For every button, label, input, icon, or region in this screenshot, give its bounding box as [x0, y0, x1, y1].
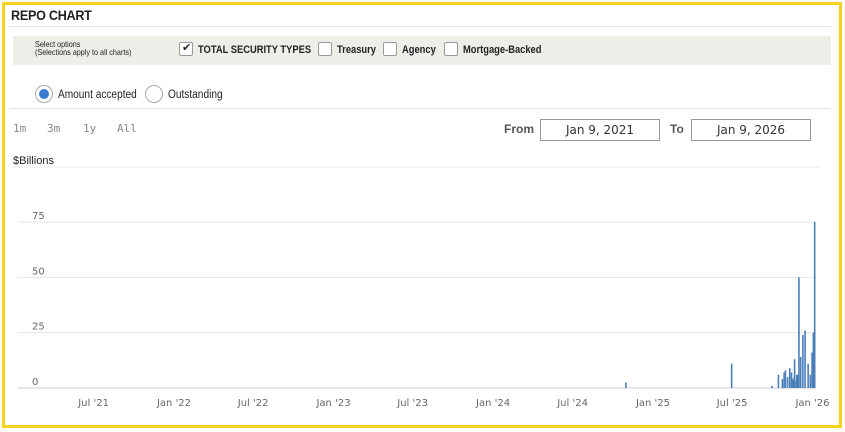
- bar: [798, 277, 800, 388]
- bar: [813, 222, 816, 388]
- bar: [793, 359, 796, 388]
- bar: [771, 385, 773, 388]
- y-tick-label: 75: [32, 211, 45, 222]
- x-tick-label: Jan '22: [156, 398, 191, 409]
- bar: [625, 382, 627, 388]
- x-tick-label: Jan '23: [315, 398, 350, 409]
- bar: [781, 379, 784, 388]
- y-tick-label: 25: [32, 322, 45, 333]
- x-tick-label: Jul '22: [237, 398, 269, 409]
- bar: [809, 374, 812, 388]
- bar: [784, 370, 787, 388]
- x-tick-label: Jan '24: [475, 398, 510, 409]
- bar: [777, 374, 780, 388]
- bar: [788, 368, 791, 388]
- bar: [799, 357, 802, 388]
- y-tick-label: 50: [32, 266, 45, 277]
- bar: [786, 376, 789, 388]
- x-tick-label: Jan '25: [635, 398, 670, 409]
- x-tick-label: Jul '23: [396, 398, 428, 409]
- x-tick-label: Jul '21: [77, 398, 109, 409]
- x-tick-label: Jul '24: [556, 398, 588, 409]
- bar: [804, 330, 806, 388]
- bar: [807, 363, 809, 388]
- bar: [730, 363, 733, 388]
- y-tick-label: 0: [32, 377, 38, 388]
- x-tick-label: Jul '25: [716, 398, 748, 409]
- x-tick-label: Jan '26: [794, 398, 829, 409]
- repo-bar-chart: 0 25 50 75 Jul '21 Jan '22 Jul '22 Jan '23 Jul '…: [14, 166, 830, 409]
- bar: [802, 334, 804, 388]
